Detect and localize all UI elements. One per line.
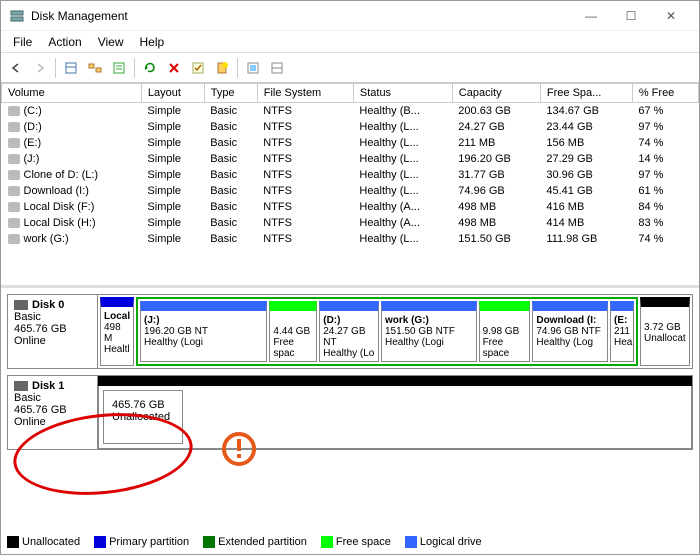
table-row[interactable]: (C:)SimpleBasicNTFSHealthy (B...200.63 G…	[2, 103, 699, 120]
legend-swatch-logical	[405, 536, 417, 548]
volume-icon	[8, 202, 20, 212]
disk-1-type: Basic	[14, 392, 41, 404]
table-row[interactable]: work (G:)SimpleBasicNTFSHealthy (L...151…	[2, 231, 699, 247]
volume-icon	[8, 122, 20, 132]
volume-icon	[8, 138, 20, 148]
toolbar	[1, 53, 699, 83]
volume-table: VolumeLayoutTypeFile SystemStatusCapacit…	[1, 83, 699, 247]
menu-help[interactable]: Help	[132, 33, 173, 51]
disk-1-name: Disk 1	[32, 380, 64, 392]
legend-swatch-primary	[94, 536, 106, 548]
menu-file[interactable]: File	[5, 33, 40, 51]
table-row[interactable]: Download (I:)SimpleBasicNTFSHealthy (L..…	[2, 183, 699, 199]
partition-g[interactable]: work (G:)151.50 GB NTFHealthy (Logi	[381, 301, 477, 362]
unallocated-d0[interactable]: 3.72 GBUnallocat	[640, 297, 690, 366]
close-button[interactable]: ✕	[651, 2, 691, 30]
table-row[interactable]: Local Disk (H:)SimpleBasicNTFSHealthy (A…	[2, 215, 699, 231]
volume-icon	[8, 234, 20, 244]
disk-icon	[14, 381, 28, 391]
disk-0-row[interactable]: Disk 0 Basic 465.76 GB Online Local498 M…	[7, 294, 693, 369]
disk-0-state: Online	[14, 335, 46, 347]
column-header[interactable]: Type	[204, 84, 257, 103]
extended-partition[interactable]: (J:)196.20 GB NTHealthy (Logi 4.44 GBFre…	[136, 297, 638, 366]
d1-unalloc-size: 465.76 GB	[112, 399, 165, 411]
disk-graphical-pane[interactable]: Disk 0 Basic 465.76 GB Online Local498 M…	[1, 294, 699, 450]
table-row[interactable]: (D:)SimpleBasicNTFSHealthy (L...24.27 GB…	[2, 119, 699, 135]
menu-view[interactable]: View	[90, 33, 132, 51]
forward-button[interactable]	[29, 57, 51, 79]
new-icon[interactable]	[211, 57, 233, 79]
volume-icon	[8, 170, 20, 180]
free-space-2[interactable]: 9.98 GBFree space	[479, 301, 531, 362]
volume-list-pane[interactable]: VolumeLayoutTypeFile SystemStatusCapacit…	[1, 83, 699, 288]
unallocated-d1[interactable]: 465.76 GB Unallocated	[103, 390, 183, 444]
disk-1-state: Online	[14, 416, 46, 428]
window-title: Disk Management	[31, 9, 571, 23]
column-header[interactable]: Volume	[2, 84, 142, 103]
disk-0-label[interactable]: Disk 0 Basic 465.76 GB Online	[8, 295, 98, 368]
partition-d[interactable]: (D:)24.27 GB NTHealthy (Lo	[319, 301, 379, 362]
maximize-button[interactable]: ☐	[611, 2, 651, 30]
column-header[interactable]: Free Spa...	[540, 84, 632, 103]
legend-swatch-free	[321, 536, 333, 548]
partition-i[interactable]: Download (I:74.96 GB NTFHealthy (Log	[532, 301, 608, 362]
partition-j[interactable]: (J:)196.20 GB NTHealthy (Logi	[140, 301, 267, 362]
delete-icon[interactable]	[163, 57, 185, 79]
column-header[interactable]: Status	[353, 84, 452, 103]
disk-0-type: Basic	[14, 311, 41, 323]
legend: Unallocated Primary partition Extended p…	[7, 536, 482, 548]
column-header[interactable]: File System	[257, 84, 353, 103]
volume-icon	[8, 106, 20, 116]
minimize-button[interactable]: —	[571, 2, 611, 30]
disk-0-size: 465.76 GB	[14, 323, 67, 335]
table-row[interactable]: (J:)SimpleBasicNTFSHealthy (L...196.20 G…	[2, 151, 699, 167]
legend-swatch-unallocated	[7, 536, 19, 548]
titlebar: Disk Management — ☐ ✕	[1, 1, 699, 31]
free-space-1[interactable]: 4.44 GBFree spac	[269, 301, 317, 362]
column-header[interactable]: % Free	[632, 84, 698, 103]
properties-icon[interactable]	[108, 57, 130, 79]
legend-swatch-extended	[203, 536, 215, 548]
help-icon[interactable]	[266, 57, 288, 79]
view-tree-icon[interactable]	[84, 57, 106, 79]
partition-local[interactable]: Local498 MHealtl	[100, 297, 134, 366]
table-row[interactable]: Local Disk (F:)SimpleBasicNTFSHealthy (A…	[2, 199, 699, 215]
menubar: File Action View Help	[1, 31, 699, 53]
disk-1-row[interactable]: Disk 1 Basic 465.76 GB Online 465.76 GB …	[7, 375, 693, 450]
volume-icon	[8, 154, 20, 164]
table-row[interactable]: (E:)SimpleBasicNTFSHealthy (L...211 MB15…	[2, 135, 699, 151]
back-button[interactable]	[5, 57, 27, 79]
refresh-icon[interactable]	[139, 57, 161, 79]
view-list-icon[interactable]	[60, 57, 82, 79]
menu-action[interactable]: Action	[40, 33, 89, 51]
d1-unalloc-state: Unallocated	[112, 411, 170, 423]
column-header[interactable]: Capacity	[452, 84, 540, 103]
disk-1-size: 465.76 GB	[14, 404, 67, 416]
volume-icon	[8, 218, 20, 228]
disk-icon	[14, 300, 28, 310]
column-header[interactable]: Layout	[141, 84, 204, 103]
volume-icon	[8, 186, 20, 196]
partition-e[interactable]: (E:211Hea	[610, 301, 634, 362]
table-row[interactable]: Clone of D: (L:)SimpleBasicNTFSHealthy (…	[2, 167, 699, 183]
disk-0-name: Disk 0	[32, 299, 64, 311]
disk-1-label[interactable]: Disk 1 Basic 465.76 GB Online	[8, 376, 98, 449]
options-icon[interactable]	[242, 57, 264, 79]
checkmark-icon[interactable]	[187, 57, 209, 79]
disk-mgmt-icon	[9, 8, 25, 24]
